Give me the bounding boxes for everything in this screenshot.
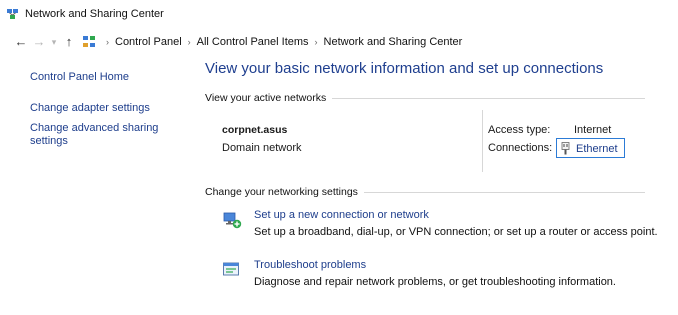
ethernet-icon xyxy=(561,142,570,155)
breadcrumb-separator-icon[interactable]: › xyxy=(106,37,109,47)
control-panel-icon[interactable] xyxy=(82,35,96,49)
sidebar-item-change-advanced-sharing[interactable]: Change advanced sharing settings xyxy=(30,122,180,148)
arrow-left-icon[interactable]: ← xyxy=(12,33,30,51)
task-new-connection: Set up a new connection or network Set u… xyxy=(222,208,658,240)
setup-connection-description: Set up a broadband, dial-up, or VPN conn… xyxy=(254,226,658,238)
arrow-right-icon[interactable]: → xyxy=(30,33,48,51)
breadcrumb-separator-icon[interactable]: › xyxy=(315,37,318,47)
network-center-icon xyxy=(7,8,18,19)
connections-label: Connections: xyxy=(488,142,553,154)
active-networks-header: View your active networks xyxy=(205,92,645,104)
troubleshoot-link[interactable]: Troubleshoot problems xyxy=(254,258,616,272)
access-type-value: Internet xyxy=(574,124,612,136)
arrow-up-icon[interactable]: ↑ xyxy=(60,33,78,51)
task-troubleshoot: Troubleshoot problems Diagnose and repai… xyxy=(222,258,616,290)
access-type-label: Access type: xyxy=(488,124,551,136)
main-content: View your basic network information and … xyxy=(205,58,665,288)
divider xyxy=(332,97,645,99)
change-settings-label: Change your networking settings xyxy=(205,186,358,198)
address-bar: ← → ▾ ↑ › Control Panel › All Control Pa… xyxy=(0,30,678,54)
new-connection-icon xyxy=(223,212,242,229)
breadcrumb-all-items[interactable]: All Control Panel Items xyxy=(197,36,309,48)
sidebar-item-change-adapter-settings[interactable]: Change adapter settings xyxy=(30,102,180,115)
sidebar: Control Panel Home Change adapter settin… xyxy=(30,68,180,148)
ethernet-connection-link[interactable]: Ethernet xyxy=(556,138,625,158)
change-settings-header: Change your networking settings xyxy=(205,186,645,198)
setup-connection-link[interactable]: Set up a new connection or network xyxy=(254,208,658,222)
breadcrumb-network-center[interactable]: Network and Sharing Center xyxy=(324,36,463,48)
chevron-down-icon[interactable]: ▾ xyxy=(48,33,60,51)
page-title: View your basic network information and … xyxy=(205,60,604,77)
breadcrumb-separator-icon[interactable]: › xyxy=(188,37,191,47)
active-networks-label: View your active networks xyxy=(205,92,327,104)
network-type: Domain network xyxy=(222,142,302,154)
breadcrumb-control-panel[interactable]: Control Panel xyxy=(115,36,182,48)
window-title: Network and Sharing Center xyxy=(25,8,164,20)
sidebar-item-control-panel-home[interactable]: Control Panel Home xyxy=(30,71,180,84)
ethernet-link-label[interactable]: Ethernet xyxy=(576,143,618,155)
title-bar: Network and Sharing Center xyxy=(0,0,678,28)
network-name: corpnet.asus xyxy=(222,124,288,136)
divider xyxy=(482,110,483,172)
troubleshoot-description: Diagnose and repair network problems, or… xyxy=(254,276,616,288)
divider xyxy=(363,191,645,193)
troubleshoot-icon xyxy=(223,262,239,276)
